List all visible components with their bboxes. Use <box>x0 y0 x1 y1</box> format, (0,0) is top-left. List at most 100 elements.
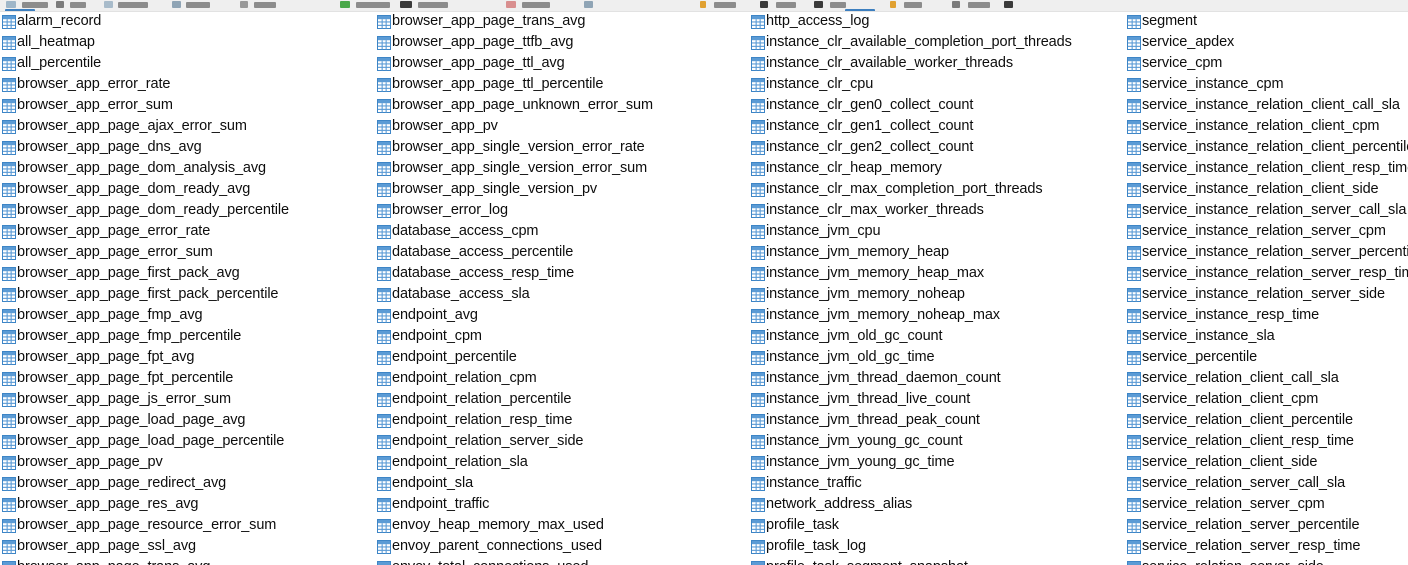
table-list-item[interactable]: browser_app_page_load_page_avg <box>2 410 377 431</box>
table-list-item[interactable]: endpoint_cpm <box>377 326 751 347</box>
table-list-item[interactable]: browser_app_page_fmp_percentile <box>2 326 377 347</box>
table-list-item[interactable]: instance_jvm_young_gc_count <box>751 431 1127 452</box>
toolbar-icon-fragment[interactable] <box>952 1 960 8</box>
table-list-item[interactable]: service_cpm <box>1127 53 1408 74</box>
table-list-item[interactable]: browser_app_page_trans_avg <box>2 557 377 565</box>
table-list-item[interactable]: instance_clr_gen2_collect_count <box>751 137 1127 158</box>
toolbar-icon-fragment[interactable] <box>104 1 113 8</box>
table-list-item[interactable]: http_access_log <box>751 11 1127 32</box>
table-list-item[interactable]: instance_jvm_thread_peak_count <box>751 410 1127 431</box>
table-list-item[interactable]: service_instance_relation_client_resp_ti… <box>1127 158 1408 179</box>
table-list-item[interactable]: browser_app_page_pv <box>2 452 377 473</box>
table-list-item[interactable]: instance_jvm_memory_noheap_max <box>751 305 1127 326</box>
table-list-item[interactable]: browser_app_page_ttfb_avg <box>377 32 751 53</box>
table-list-item[interactable]: instance_traffic <box>751 473 1127 494</box>
table-list-item[interactable]: endpoint_relation_percentile <box>377 389 751 410</box>
table-list-item[interactable]: browser_app_page_ttl_percentile <box>377 74 751 95</box>
table-list-item[interactable]: browser_app_page_load_page_percentile <box>2 431 377 452</box>
table-list-item[interactable]: instance_clr_gen0_collect_count <box>751 95 1127 116</box>
table-list-item[interactable]: database_access_sla <box>377 284 751 305</box>
table-list-item[interactable]: service_instance_relation_server_call_sl… <box>1127 200 1408 221</box>
toolbar-icon-orange[interactable] <box>700 1 706 8</box>
table-list-item[interactable]: service_relation_client_cpm <box>1127 389 1408 410</box>
table-list-item[interactable]: endpoint_traffic <box>377 494 751 515</box>
table-list-item[interactable]: instance_jvm_thread_live_count <box>751 389 1127 410</box>
table-list-item[interactable]: service_instance_resp_time <box>1127 305 1408 326</box>
table-list-item[interactable]: service_instance_relation_server_side <box>1127 284 1408 305</box>
table-list-item[interactable]: browser_app_page_res_avg <box>2 494 377 515</box>
table-list-item[interactable]: endpoint_avg <box>377 305 751 326</box>
table-list-item[interactable]: browser_app_page_dom_analysis_avg <box>2 158 377 179</box>
object-list-column[interactable]: http_access_log instance_clr_available_co… <box>751 11 1127 565</box>
table-list-item[interactable]: service_relation_server_side <box>1127 557 1408 565</box>
table-list-item[interactable]: envoy_parent_connections_used <box>377 536 751 557</box>
table-list-item[interactable]: service_instance_relation_server_cpm <box>1127 221 1408 242</box>
table-list-item[interactable]: all_percentile <box>2 53 377 74</box>
table-list-item[interactable]: instance_jvm_cpu <box>751 221 1127 242</box>
table-list-item[interactable]: database_access_cpm <box>377 221 751 242</box>
table-list-item[interactable]: browser_app_page_error_rate <box>2 221 377 242</box>
table-list-item[interactable]: browser_app_page_js_error_sum <box>2 389 377 410</box>
table-list-item[interactable]: browser_app_page_error_sum <box>2 242 377 263</box>
table-list-item[interactable]: browser_app_error_rate <box>2 74 377 95</box>
table-list-item[interactable]: service_instance_cpm <box>1127 74 1408 95</box>
table-list-item[interactable]: instance_clr_available_completion_port_t… <box>751 32 1127 53</box>
table-list-item[interactable]: browser_app_page_ttl_avg <box>377 53 751 74</box>
table-list-item[interactable]: instance_clr_max_completion_port_threads <box>751 179 1127 200</box>
table-list-item[interactable]: alarm_record <box>2 11 377 32</box>
table-list-item[interactable]: segment <box>1127 11 1408 32</box>
table-list-item[interactable]: instance_jvm_old_gc_count <box>751 326 1127 347</box>
toolbar-icon-fragment[interactable] <box>400 1 412 8</box>
table-list-item[interactable]: browser_app_single_version_pv <box>377 179 751 200</box>
table-list-item[interactable]: instance_jvm_memory_noheap <box>751 284 1127 305</box>
table-list-item[interactable]: browser_app_page_first_pack_avg <box>2 263 377 284</box>
table-list-item[interactable]: instance_clr_max_worker_threads <box>751 200 1127 221</box>
table-list-item[interactable]: browser_app_single_version_error_sum <box>377 158 751 179</box>
table-list-item[interactable]: service_instance_sla <box>1127 326 1408 347</box>
table-list-item[interactable]: browser_app_page_first_pack_percentile <box>2 284 377 305</box>
table-list-item[interactable]: endpoint_relation_server_side <box>377 431 751 452</box>
table-list-item[interactable]: browser_app_page_fmp_avg <box>2 305 377 326</box>
table-list-item[interactable]: database_access_resp_time <box>377 263 751 284</box>
toolbar-icon-red[interactable] <box>506 1 516 8</box>
table-list-item[interactable]: service_percentile <box>1127 347 1408 368</box>
table-list-item[interactable]: database_access_percentile <box>377 242 751 263</box>
table-list-item[interactable]: envoy_total_connections_used <box>377 557 751 565</box>
toolbar-icon-fragment[interactable] <box>760 1 768 8</box>
table-list-item[interactable]: service_instance_relation_client_call_sl… <box>1127 95 1408 116</box>
table-list-item[interactable]: instance_jvm_thread_daemon_count <box>751 368 1127 389</box>
table-list-item[interactable]: browser_app_pv <box>377 116 751 137</box>
toolbar-icon-green[interactable] <box>340 1 350 8</box>
table-list-item[interactable]: envoy_heap_memory_max_used <box>377 515 751 536</box>
table-list-item[interactable]: endpoint_percentile <box>377 347 751 368</box>
table-list-item[interactable]: service_relation_server_percentile <box>1127 515 1408 536</box>
table-list-item[interactable]: instance_jvm_young_gc_time <box>751 452 1127 473</box>
toolbar-icon-fragment[interactable] <box>240 1 248 8</box>
table-list-item[interactable]: browser_app_error_sum <box>2 95 377 116</box>
table-list-item[interactable]: service_apdex <box>1127 32 1408 53</box>
table-list-item[interactable]: browser_app_page_fpt_avg <box>2 347 377 368</box>
table-list-item[interactable]: browser_app_page_fpt_percentile <box>2 368 377 389</box>
table-list-item[interactable]: endpoint_relation_resp_time <box>377 410 751 431</box>
object-list-column[interactable]: segment service_apdex service_cpm service_i… <box>1127 11 1408 565</box>
table-list-item[interactable]: browser_app_page_trans_avg <box>377 11 751 32</box>
table-list-item[interactable]: service_instance_relation_client_cpm <box>1127 116 1408 137</box>
table-list-item[interactable]: browser_app_page_dom_ready_avg <box>2 179 377 200</box>
table-list-item[interactable]: instance_jvm_memory_heap_max <box>751 263 1127 284</box>
table-list-item[interactable]: service_relation_server_resp_time <box>1127 536 1408 557</box>
table-list-item[interactable]: instance_jvm_memory_heap <box>751 242 1127 263</box>
table-list-item[interactable]: service_relation_server_call_sla <box>1127 473 1408 494</box>
table-list-item[interactable]: endpoint_relation_cpm <box>377 368 751 389</box>
table-list-item[interactable]: browser_app_page_dns_avg <box>2 137 377 158</box>
table-list-item[interactable]: service_instance_relation_server_percent… <box>1127 242 1408 263</box>
toolbar-icon-fragment[interactable] <box>1004 1 1013 8</box>
table-list-item[interactable]: service_instance_relation_server_resp_ti… <box>1127 263 1408 284</box>
table-list-item[interactable]: service_relation_client_call_sla <box>1127 368 1408 389</box>
toolbar-icon-fragment[interactable] <box>584 1 593 8</box>
table-list-item[interactable]: browser_app_page_dom_ready_percentile <box>2 200 377 221</box>
table-list-item[interactable]: service_relation_client_side <box>1127 452 1408 473</box>
table-list-item[interactable]: instance_clr_gen1_collect_count <box>751 116 1127 137</box>
toolbar-icon-fragment[interactable] <box>6 1 16 8</box>
table-list-item[interactable]: service_relation_client_resp_time <box>1127 431 1408 452</box>
object-list-column[interactable]: alarm_record all_heatmap all_percentile bro… <box>2 11 377 565</box>
